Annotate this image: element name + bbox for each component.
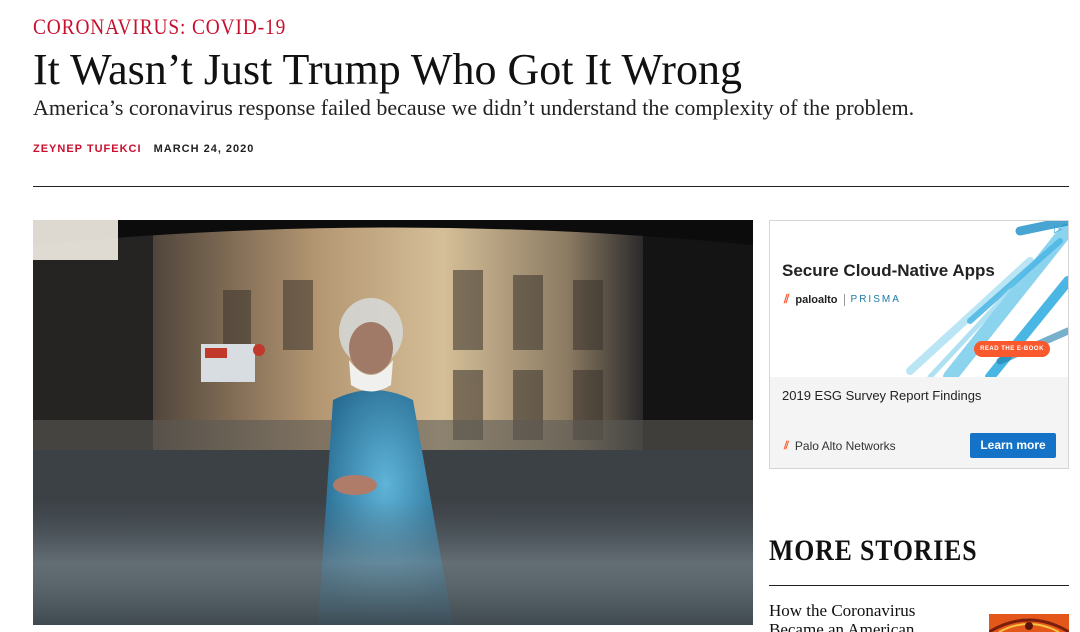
author-link[interactable]: ZEYNEP TUFEKCI (33, 143, 142, 155)
article-title: It Wasn’t Just Trump Who Got It Wrong (33, 45, 742, 94)
logo-divider (843, 293, 845, 306)
ad-headline: Secure Cloud-Native Apps (782, 261, 995, 280)
article-dek: America’s coronavirus response failed be… (33, 95, 915, 120)
more-stories-heading: MORE STORIES (769, 534, 978, 567)
more-stories-divider (769, 585, 1069, 586)
paloalto-wordmark: paloalto (795, 293, 838, 306)
read-ebook-button[interactable]: READ THE E-BOOK (974, 341, 1050, 357)
paloalto-logo-icon: ⫽ (784, 292, 790, 306)
publish-date: MARCH 24, 2020 (153, 143, 255, 155)
ad-logos: ⫽ paloalto PRISMA (784, 292, 901, 307)
story-thumbnail[interactable] (989, 614, 1069, 632)
story-link[interactable]: How the Coronavirus Became an American (769, 601, 959, 632)
sidebar-ad[interactable]: ▷ Secure Cloud-Native Apps ⫽ paloalto PR… (769, 220, 1069, 469)
byline: ZEYNEP TUFEKCI MARCH 24, 2020 (33, 143, 254, 155)
story-thumbnail-graphic (989, 614, 1069, 632)
advertiser-name: Palo Alto Networks (794, 439, 896, 453)
prisma-logo: PRISMA (850, 294, 901, 305)
ad-footer: 2019 ESG Survey Report Findings ⫽ Palo A… (770, 377, 1068, 468)
paloalto-small-logo-icon: ⫽ (784, 439, 789, 452)
ad-advertiser: ⫽ Palo Alto Networks (784, 439, 896, 453)
article-kicker[interactable]: CORONAVIRUS: COVID-19 (33, 14, 286, 40)
ad-banner[interactable]: ▷ Secure Cloud-Native Apps ⫽ paloalto PR… (770, 221, 1068, 377)
adchoices-icon[interactable]: ▷ (1052, 224, 1064, 236)
learn-more-button[interactable]: Learn more (970, 433, 1056, 458)
hero-image (33, 220, 753, 625)
ad-description[interactable]: 2019 ESG Survey Report Findings (782, 388, 981, 403)
header-divider (33, 186, 1069, 187)
